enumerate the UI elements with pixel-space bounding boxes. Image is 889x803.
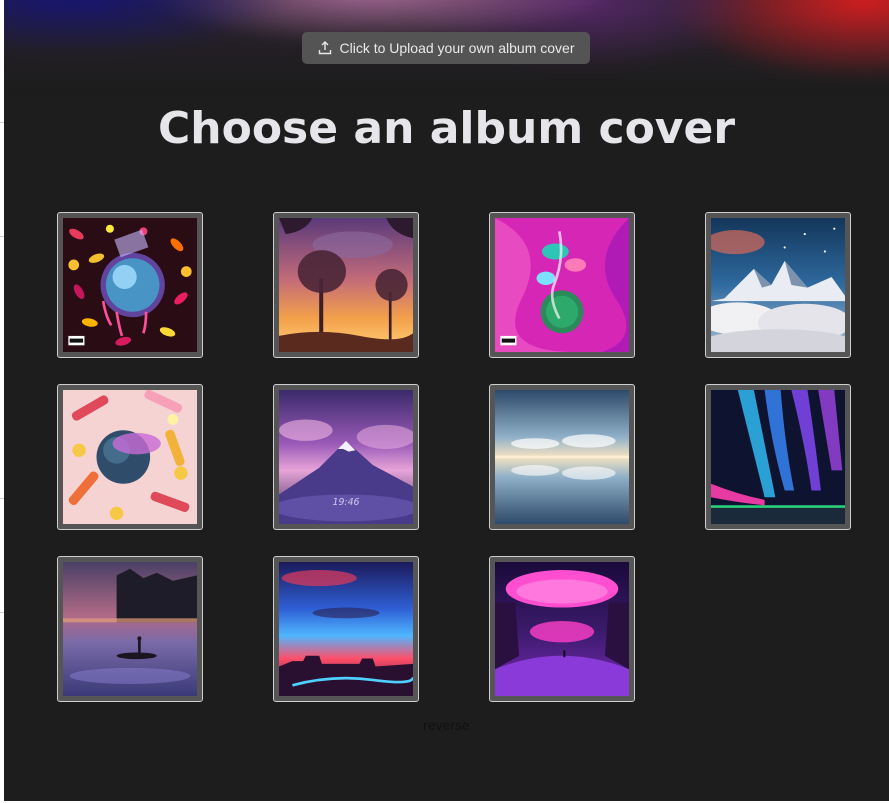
cover-option-4[interactable]	[705, 212, 851, 358]
cover-grid: 19:46	[4, 0, 889, 801]
cover-option-11[interactable]	[489, 556, 635, 702]
cover-option-6[interactable]: 19:46	[273, 384, 419, 530]
reverse-label[interactable]: reverse	[4, 717, 889, 733]
cover-option-5[interactable]	[57, 384, 203, 530]
cover-art-aurora	[711, 390, 845, 524]
cover-art-cloud-reflection	[495, 390, 629, 524]
cover-art-misty-lake	[63, 562, 197, 696]
cover-art-psychedelic-mushrooms	[495, 218, 629, 352]
cover-art-pink-planet	[495, 562, 629, 696]
cover-art-desert-sunset	[279, 562, 413, 696]
cover-caption: 19:46	[332, 497, 359, 508]
cover-art-purple-mountain: 19:46	[279, 390, 413, 524]
cover-option-8[interactable]	[705, 384, 851, 530]
cover-option-7[interactable]	[489, 384, 635, 530]
cover-option-9[interactable]	[57, 556, 203, 702]
cover-option-3[interactable]	[489, 212, 635, 358]
cover-art-snowy-mountains	[711, 218, 845, 352]
cover-art-candy-planet	[63, 390, 197, 524]
album-cover-picker-modal: Click to Upload your own album cover Cho…	[4, 0, 889, 801]
cover-art-psychedelic-sphere	[63, 218, 197, 352]
cover-option-10[interactable]	[273, 556, 419, 702]
cover-option-1[interactable]	[57, 212, 203, 358]
cover-option-2[interactable]	[273, 212, 419, 358]
cover-art-sunset-trees	[279, 218, 413, 352]
